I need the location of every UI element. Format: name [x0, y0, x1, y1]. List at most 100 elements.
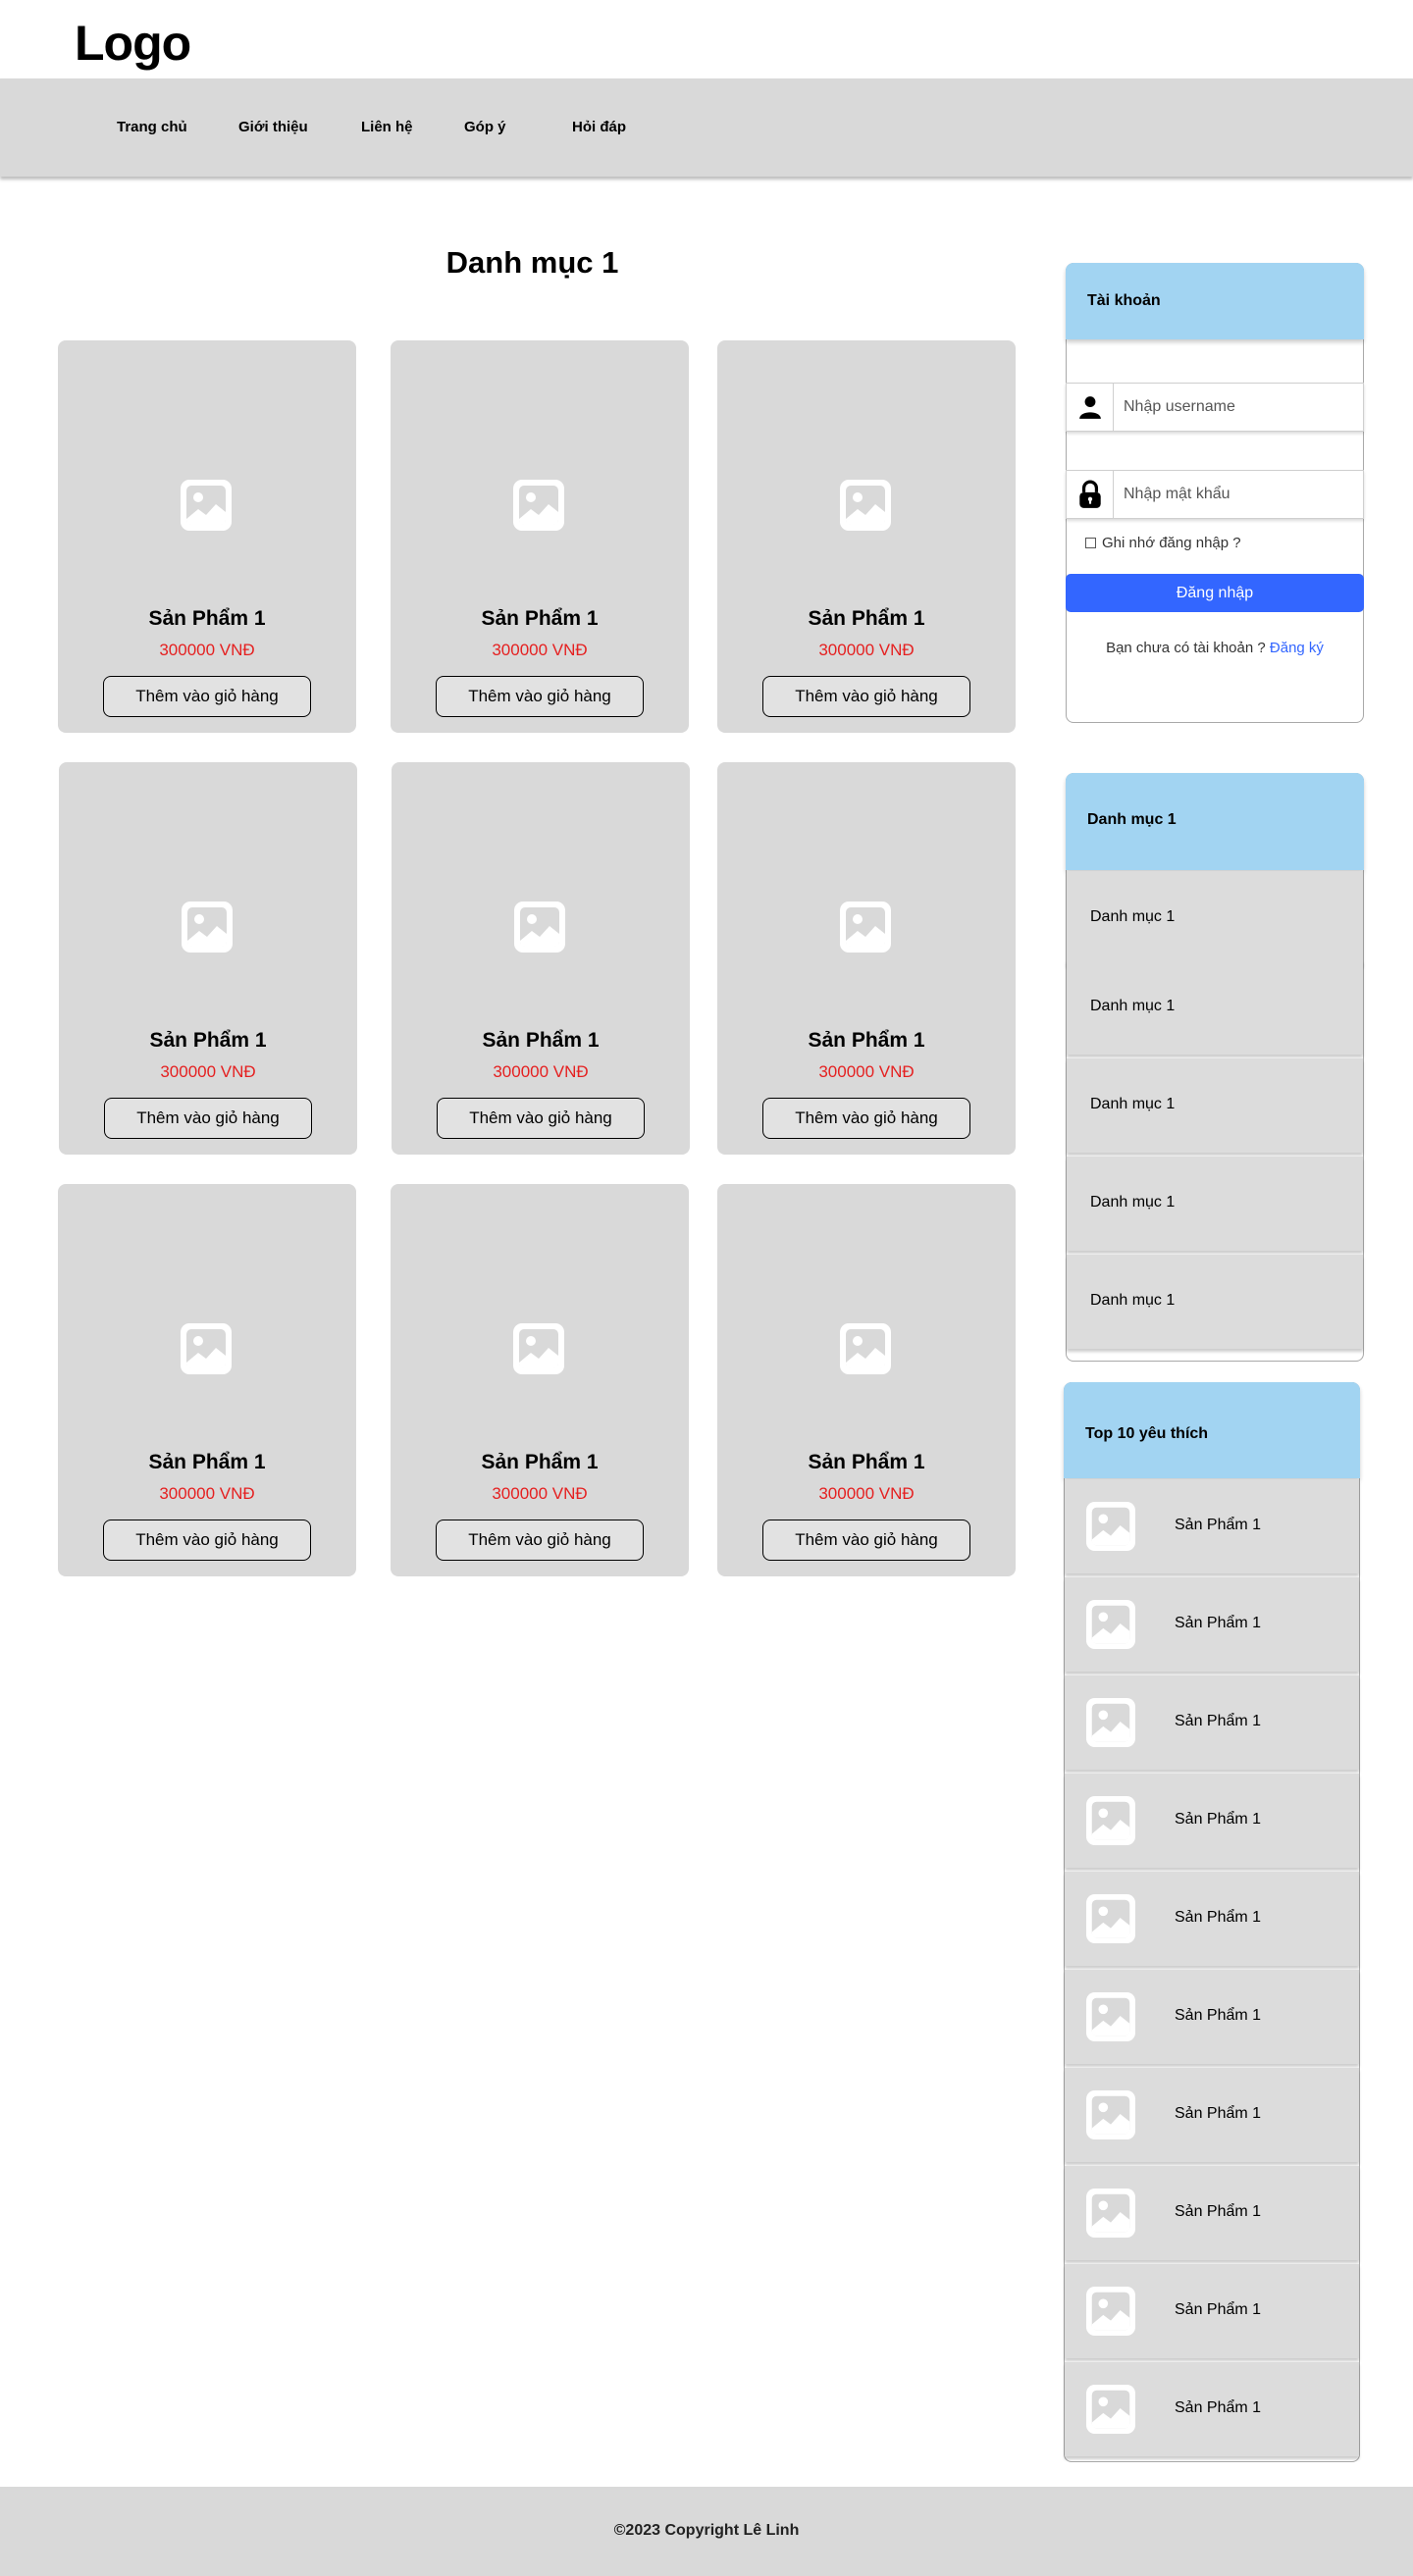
add-to-cart-button[interactable]: Thêm vào giỏ hàng — [762, 676, 970, 717]
top-favorite-item[interactable]: Sản Phẩm 1 — [1065, 1577, 1359, 1672]
product-name[interactable]: Sản Phẩm 1 — [717, 1451, 1016, 1474]
image-icon — [181, 1323, 232, 1374]
category-item[interactable]: Danh mục 1 — [1067, 1058, 1363, 1153]
top-favorite-label: Sản Phẩm 1 — [1175, 1909, 1262, 1926]
nav-item-contact[interactable]: Liên hệ — [361, 119, 413, 135]
product-name[interactable]: Sản Phẩm 1 — [391, 1451, 689, 1474]
image-icon — [840, 902, 891, 953]
top-favorite-label: Sản Phẩm 1 — [1175, 1517, 1262, 1533]
product-price: 300000 VNĐ — [818, 1484, 915, 1503]
image-icon — [1086, 1796, 1135, 1845]
add-to-cart-button[interactable]: Thêm vào giỏ hàng — [436, 1520, 644, 1561]
product-card[interactable]: Sản Phẩm 1 300000 VNĐ Thêm vào giỏ hàng — [392, 762, 690, 1155]
product-card[interactable]: Sản Phẩm 1 300000 VNĐ Thêm vào giỏ hàng — [58, 1184, 356, 1576]
product-card[interactable]: Sản Phẩm 1 300000 VNĐ Thêm vào giỏ hàng — [717, 762, 1016, 1155]
username-field — [1066, 383, 1364, 432]
remember-checkbox[interactable]: Ghi nhớ đăng nhập ? — [1085, 535, 1241, 551]
add-to-cart-button[interactable]: Thêm vào giỏ hàng — [762, 1520, 970, 1561]
remember-label: Ghi nhớ đăng nhập ? — [1102, 535, 1241, 551]
product-price: 300000 VNĐ — [492, 1484, 588, 1503]
image-icon — [1086, 1600, 1135, 1649]
product-card[interactable]: Sản Phẩm 1 300000 VNĐ Thêm vào giỏ hàng — [391, 1184, 689, 1576]
product-name[interactable]: Sản Phẩm 1 — [717, 1029, 1016, 1053]
image-icon — [182, 902, 233, 953]
register-link[interactable]: Đăng ký — [1270, 640, 1324, 656]
product-price: 300000 VNĐ — [492, 641, 588, 659]
login-button[interactable]: Đăng nhập — [1066, 574, 1364, 612]
category-item-label: Danh mục 1 — [1090, 1194, 1176, 1211]
image-icon — [1086, 2090, 1135, 2139]
product-name[interactable]: Sản Phẩm 1 — [58, 607, 356, 631]
product-name[interactable]: Sản Phẩm 1 — [717, 607, 1016, 631]
add-to-cart-button[interactable]: Thêm vào giỏ hàng — [762, 1098, 970, 1139]
product-price: 300000 VNĐ — [160, 1062, 256, 1081]
add-to-cart-button[interactable]: Thêm vào giỏ hàng — [104, 1098, 312, 1139]
top-favorite-item[interactable]: Sản Phẩm 1 — [1065, 2166, 1359, 2260]
top-favorite-item[interactable]: Sản Phẩm 1 — [1065, 1872, 1359, 1966]
product-name[interactable]: Sản Phẩm 1 — [59, 1029, 357, 1053]
register-prompt: Bạn chưa có tài khoản ? — [1106, 640, 1266, 656]
top-favorites-title: Top 10 yêu thích — [1085, 1425, 1209, 1442]
image-icon — [1086, 1894, 1135, 1943]
product-card[interactable]: Sản Phẩm 1 300000 VNĐ Thêm vào giỏ hàng — [58, 340, 356, 733]
top-favorite-item[interactable]: Sản Phẩm 1 — [1065, 2264, 1359, 2358]
product-name[interactable]: Sản Phẩm 1 — [391, 607, 689, 631]
category-panel-header: Danh mục 1 — [1066, 773, 1364, 870]
product-price: 300000 VNĐ — [159, 1484, 255, 1503]
footer: ©2023 Copyright Lê Linh — [0, 2487, 1413, 2576]
nav-item-home[interactable]: Trang chủ — [117, 119, 187, 135]
top-favorite-item[interactable]: Sản Phẩm 1 — [1065, 1774, 1359, 1868]
product-card[interactable]: Sản Phẩm 1 300000 VNĐ Thêm vào giỏ hàng — [391, 340, 689, 733]
add-to-cart-button[interactable]: Thêm vào giỏ hàng — [103, 1520, 311, 1561]
product-card[interactable]: Sản Phẩm 1 300000 VNĐ Thêm vào giỏ hàng — [717, 340, 1016, 733]
lock-icon — [1067, 471, 1114, 518]
nav-item-faq[interactable]: Hỏi đáp — [572, 119, 626, 135]
image-icon — [840, 480, 891, 531]
product-name[interactable]: Sản Phẩm 1 — [392, 1029, 690, 1053]
nav-item-about[interactable]: Giới thiệu — [238, 119, 308, 135]
product-card[interactable]: Sản Phẩm 1 300000 VNĐ Thêm vào giỏ hàng — [717, 1184, 1016, 1576]
image-icon — [1086, 1698, 1135, 1747]
category-item[interactable]: Danh mục 1 — [1067, 871, 1363, 965]
password-input[interactable] — [1124, 481, 1349, 508]
category-item[interactable]: Danh mục 1 — [1067, 1157, 1363, 1251]
category-item[interactable]: Danh mục 1 — [1067, 960, 1363, 1055]
username-input[interactable] — [1124, 393, 1349, 421]
image-icon — [1086, 2287, 1135, 2336]
logo[interactable]: Logo — [75, 14, 191, 73]
category-item-label: Danh mục 1 — [1090, 998, 1176, 1014]
image-icon — [1086, 1992, 1135, 2041]
add-to-cart-button[interactable]: Thêm vào giỏ hàng — [436, 676, 644, 717]
product-card[interactable]: Sản Phẩm 1 300000 VNĐ Thêm vào giỏ hàng — [59, 762, 357, 1155]
product-name[interactable]: Sản Phẩm 1 — [58, 1451, 356, 1474]
category-item[interactable]: Danh mục 1 — [1067, 1255, 1363, 1349]
category-item-label: Danh mục 1 — [1090, 1096, 1176, 1112]
top-favorite-item[interactable]: Sản Phẩm 1 — [1065, 2362, 1359, 2456]
top-favorite-label: Sản Phẩm 1 — [1175, 2007, 1262, 2024]
top-favorites-panel: Top 10 yêu thích Sản Phẩm 1 Sản Phẩm 1 Sản… — [1064, 1382, 1360, 2462]
image-icon — [840, 1323, 891, 1374]
top-favorite-item[interactable]: Sản Phẩm 1 — [1065, 1970, 1359, 2064]
top-favorite-item[interactable]: Sản Phẩm 1 — [1065, 1479, 1359, 1573]
product-price: 300000 VNĐ — [159, 641, 255, 659]
category-item-label: Danh mục 1 — [1090, 1292, 1176, 1309]
image-icon — [514, 902, 565, 953]
top-favorite-label: Sản Phẩm 1 — [1175, 1713, 1262, 1729]
top-favorite-label: Sản Phẩm 1 — [1175, 2301, 1262, 2318]
checkbox-icon[interactable] — [1085, 538, 1096, 548]
product-price: 300000 VNĐ — [818, 641, 915, 659]
password-field — [1066, 470, 1364, 519]
top-favorite-item[interactable]: Sản Phẩm 1 — [1065, 1675, 1359, 1770]
top-favorite-item[interactable]: Sản Phẩm 1 — [1065, 2068, 1359, 2162]
account-panel: Tài khoản Ghi nhớ đăng nhập ? Đăng nhập … — [1066, 263, 1364, 723]
main-nav: Trang chủ Giới thiệu Liên hệ Góp ý Hỏi đ… — [0, 78, 1413, 177]
top-favorite-label: Sản Phẩm 1 — [1175, 2399, 1262, 2416]
user-icon — [1067, 384, 1114, 431]
category-item-label: Danh mục 1 — [1090, 908, 1176, 925]
image-icon — [1086, 1502, 1135, 1551]
add-to-cart-button[interactable]: Thêm vào giỏ hàng — [437, 1098, 645, 1139]
image-icon — [181, 480, 232, 531]
nav-item-feedback[interactable]: Góp ý — [464, 119, 506, 135]
add-to-cart-button[interactable]: Thêm vào giỏ hàng — [103, 676, 311, 717]
top-favorite-label: Sản Phẩm 1 — [1175, 1811, 1262, 1828]
